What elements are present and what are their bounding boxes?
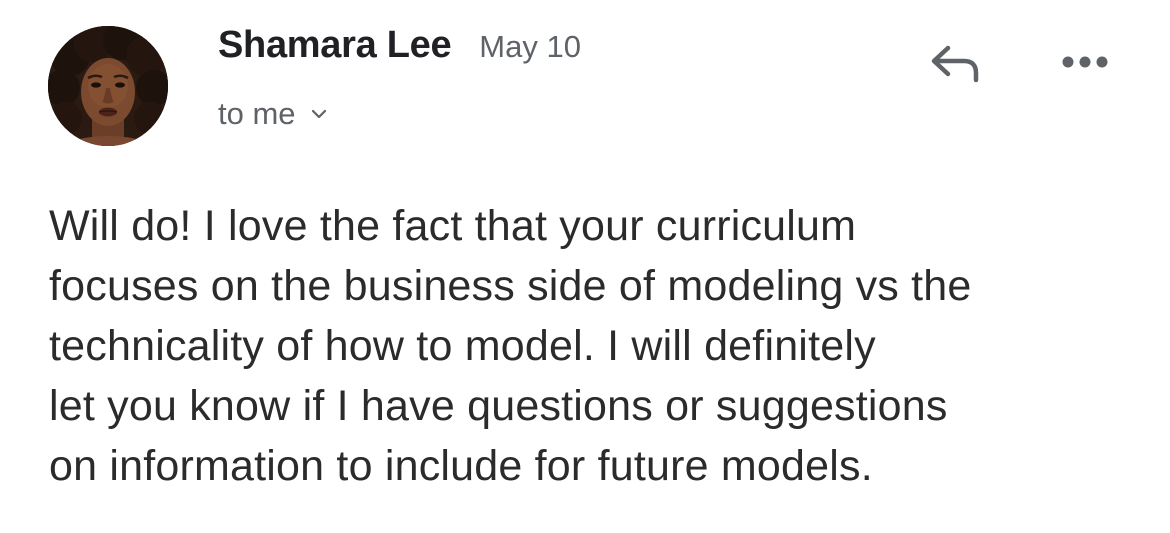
message-line: on information to include for future mod… [49,442,873,490]
sender-name[interactable]: Shamara Lee [218,24,452,67]
reply-icon [931,45,979,83]
more-options-button[interactable] [1050,38,1120,86]
message-line: focuses on the business side of modeling… [49,262,972,310]
reply-button[interactable] [920,34,990,90]
message-line: technicality of how to model. I will def… [49,322,876,370]
sender-avatar[interactable] [48,26,168,146]
message-line: let you know if I have questions or sugg… [49,382,948,430]
recipient-label: to me [218,96,296,131]
chevron-down-icon [311,109,326,119]
sender-line: Shamara Lee May 10 [218,24,581,68]
message-line: Will do! I love the fact that your curri… [49,202,857,250]
recipient-details-toggle[interactable]: to me [218,94,328,134]
message-body: Will do! I love the fact that your curri… [49,196,1149,496]
more-options-icon [1062,56,1108,68]
avatar-photo-icon [48,26,168,146]
email-header: Shamara Lee May 10 to me [0,0,1170,170]
sent-date: May 10 [479,29,581,64]
